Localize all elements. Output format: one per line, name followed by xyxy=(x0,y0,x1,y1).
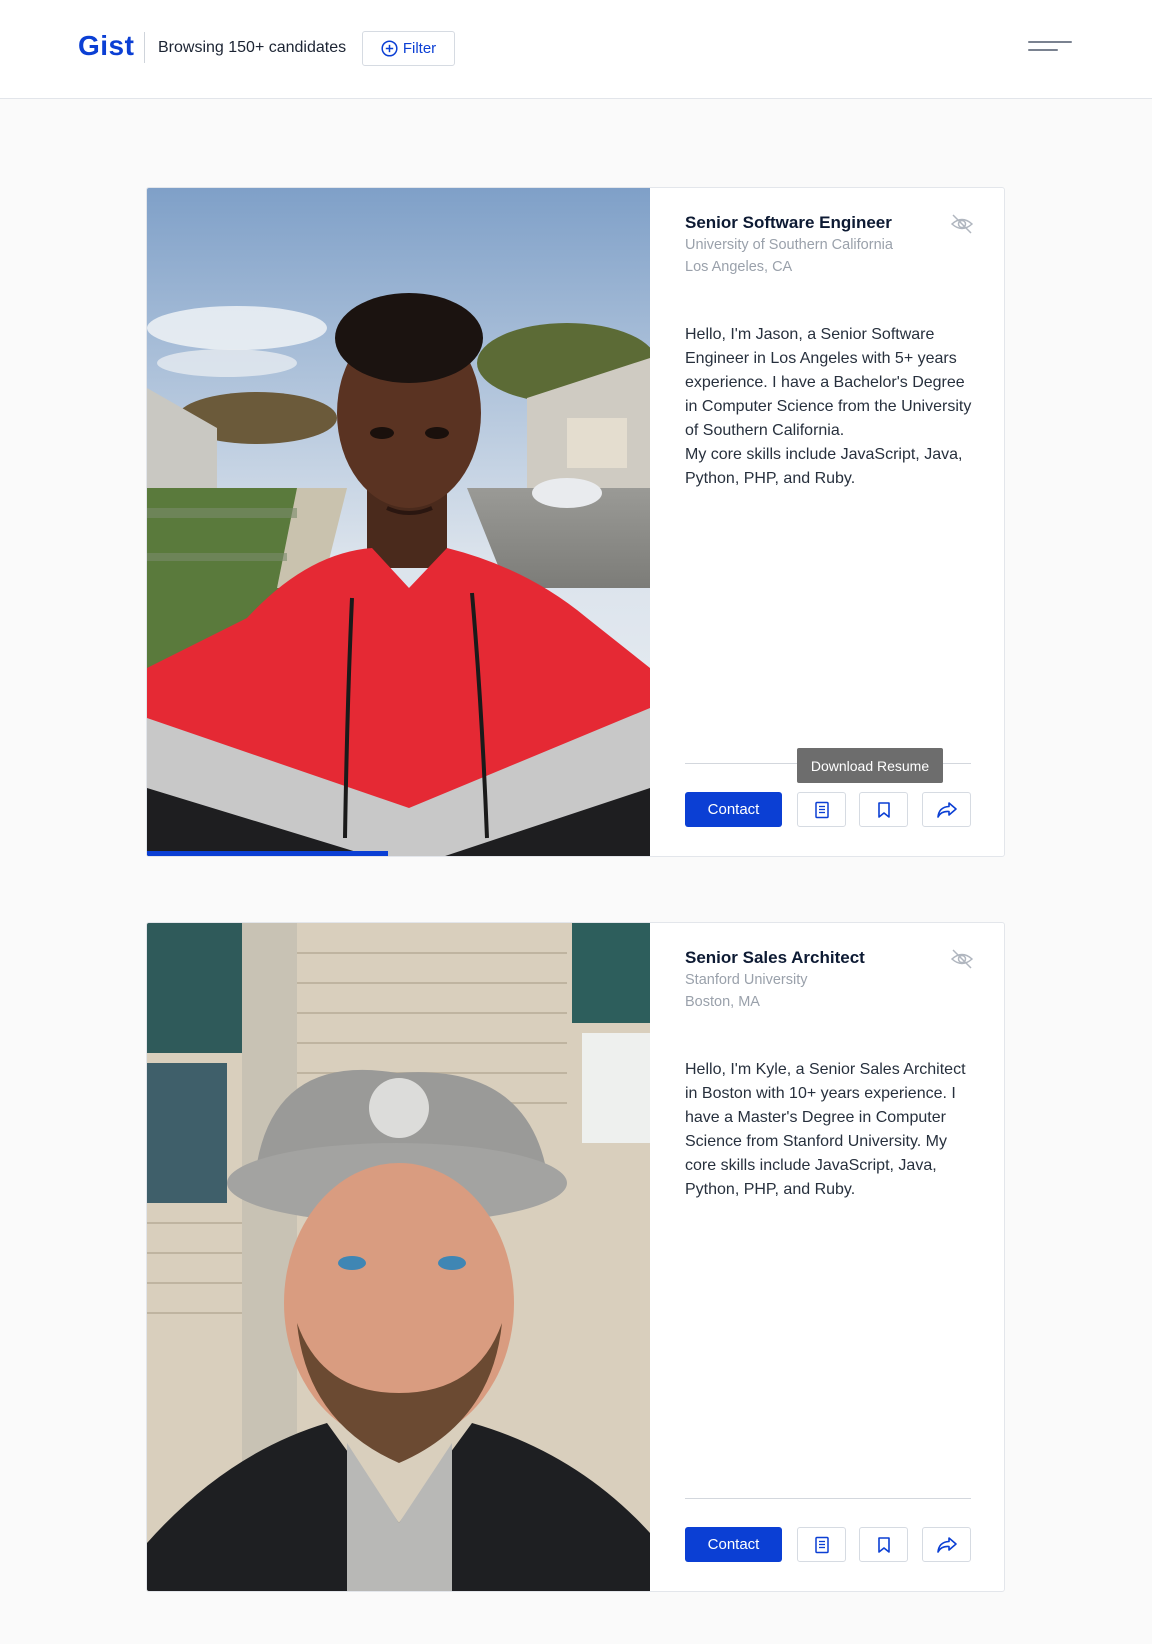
plus-circle-icon xyxy=(381,40,398,57)
share-button[interactable] xyxy=(922,792,971,827)
filter-label: Filter xyxy=(402,40,437,57)
download-resume-tooltip: Download Resume xyxy=(797,748,943,783)
top-navigation-bar: Gist Browsing 150+ candidates Filter xyxy=(0,0,1152,99)
eye-off-icon[interactable] xyxy=(950,212,974,236)
eye-off-icon[interactable] xyxy=(950,947,974,971)
candidate-photo xyxy=(147,188,650,856)
bookmark-button[interactable] xyxy=(859,1527,908,1562)
candidate-progress-bar xyxy=(147,851,650,856)
candidate-info: Senior Sales Architect Stanford Universi… xyxy=(685,923,975,1591)
document-icon xyxy=(814,801,829,818)
progress-fill xyxy=(147,851,389,856)
candidate-photo xyxy=(147,923,650,1591)
job-title: Senior Software Engineer xyxy=(685,213,892,232)
share-arrow-icon xyxy=(936,801,957,818)
job-title: Senior Sales Architect xyxy=(685,948,865,967)
contact-button[interactable]: Contact xyxy=(685,1527,782,1562)
share-button[interactable] xyxy=(922,1527,971,1562)
bookmark-button[interactable] xyxy=(859,792,908,827)
candidate-card: Senior Software Engineer University of S… xyxy=(146,187,1005,857)
share-arrow-icon xyxy=(936,1536,957,1553)
browsing-count-text: Browsing 150+ candidates xyxy=(158,39,347,56)
filter-button[interactable]: Filter xyxy=(362,31,455,66)
candidate-info: Senior Software Engineer University of S… xyxy=(685,188,975,856)
download-resume-button[interactable] xyxy=(797,1527,846,1562)
document-icon xyxy=(814,1536,829,1553)
bookmark-icon xyxy=(877,1536,890,1553)
school-name: Stanford University xyxy=(685,972,808,988)
location: Boston, MA xyxy=(685,994,760,1010)
school-name: University of Southern California xyxy=(685,237,893,253)
gist-logo[interactable]: Gist xyxy=(78,30,134,62)
contact-button[interactable]: Contact xyxy=(685,792,782,827)
hamburger-menu-icon[interactable] xyxy=(1028,38,1072,58)
logo-divider xyxy=(144,32,145,63)
location: Los Angeles, CA xyxy=(685,259,793,275)
section-divider xyxy=(685,1498,971,1499)
candidate-card: Senior Sales Architect Stanford Universi… xyxy=(146,922,1005,1592)
candidate-bio: Hello, I'm Jason, a Senior Software Engi… xyxy=(685,326,972,487)
bookmark-icon xyxy=(877,801,890,818)
download-resume-button[interactable] xyxy=(797,792,846,827)
candidate-bio: Hello, I'm Kyle, a Senior Sales Architec… xyxy=(685,1061,966,1198)
